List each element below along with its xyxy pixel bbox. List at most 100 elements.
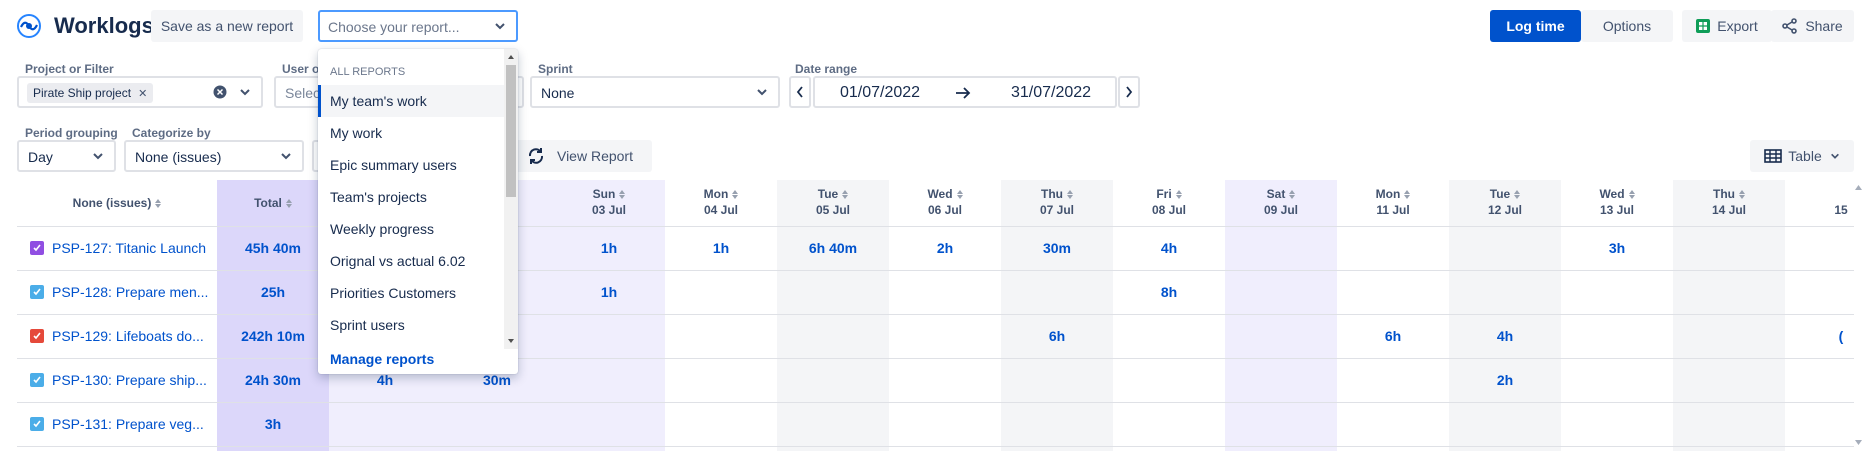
worklog-cell[interactable]: 6h 40m [777,226,889,270]
day-column-header[interactable]: Mon 04 Jul [665,180,777,226]
issue-link[interactable]: PSP-129: Lifeboats do... [52,328,204,344]
day-column-header[interactable]: Wed 06 Jul [889,180,1001,226]
report-option[interactable]: Sprint users [318,309,504,341]
date-end[interactable]: 31/07/2022 [1011,84,1091,102]
sort-icon[interactable] [1175,190,1182,200]
dropdown-scrollbar[interactable] [504,49,518,349]
sort-icon[interactable] [155,199,162,209]
log-time-button[interactable]: Log time [1490,10,1581,42]
day-column-header[interactable]: Thu 07 Jul [1001,180,1113,226]
sort-icon[interactable] [1067,190,1073,200]
scrollbar-thumb[interactable] [506,65,516,197]
report-option[interactable]: My team's work [318,85,504,117]
categorize-by-select[interactable]: None (issues) [124,140,304,172]
table-row[interactable]: PSP-128: Prepare men... [17,270,217,314]
bug-icon [30,329,44,343]
worklog-cell[interactable]: 3h [1561,226,1673,270]
scroll-up-icon[interactable] [507,53,515,61]
sort-icon[interactable] [285,199,292,209]
report-option[interactable]: My work [318,117,504,149]
worklog-cell[interactable]: 8h [1113,270,1225,314]
export-button[interactable]: Export [1682,10,1772,42]
date-range-picker[interactable]: 01/07/2022 31/07/2022 [813,76,1117,108]
project-filter-select[interactable]: Pirate Ship project ✕ [17,76,263,108]
day-date: 05 Jul [815,203,851,217]
options-button[interactable]: Options [1581,10,1673,42]
issue-link[interactable]: PSP-127: Titanic Launch [52,240,206,256]
day-column-header[interactable]: Wed 13 Jul [1561,180,1673,226]
report-option[interactable]: Epic summary users [318,149,504,181]
day-column-header[interactable]: Tue 05 Jul [777,180,889,226]
worklog-cell[interactable]: 1h [665,226,777,270]
day-column-header[interactable]: Mon 11 Jul [1337,180,1449,226]
issue-link[interactable]: PSP-130: Prepare ship... [52,372,207,388]
sort-icon[interactable] [1514,190,1521,200]
day-column-header[interactable]: Sat 09 Jul [1225,180,1337,226]
row-total[interactable]: 24h 30m [217,358,329,402]
total-column-header[interactable]: Total [217,180,329,226]
worklog-cell[interactable]: 4h [1113,226,1225,270]
remove-tag-icon[interactable]: ✕ [138,87,147,100]
worklog-cell[interactable]: 1h [553,226,665,270]
next-period-button[interactable] [1118,76,1140,108]
day-column-header[interactable]: 15 [1785,180,1854,226]
day-column-header[interactable]: Fri 08 Jul [1113,180,1225,226]
issue-column-header[interactable]: None (issues) [17,180,217,226]
worklog-cell[interactable]: 30m [1001,226,1113,270]
table-row[interactable]: PSP-130: Prepare ship... [17,358,217,402]
worklog-cell[interactable]: 4h [1449,314,1561,358]
worklog-cell[interactable]: 1h [553,270,665,314]
clear-icon[interactable] [213,85,227,99]
table-row[interactable]: PSP-131: Prepare veg... [17,402,217,446]
table-view-button[interactable]: Table [1750,140,1854,172]
sort-icon[interactable] [1628,190,1635,200]
day-column-header[interactable]: Sun 03 Jul [553,180,665,226]
report-option[interactable]: Priorities Customers [318,277,504,309]
row-total[interactable]: 242h 10m [217,314,329,358]
period-grouping-select[interactable]: Day [17,140,116,172]
sort-icon[interactable] [1289,190,1296,200]
sort-icon[interactable] [842,190,849,200]
previous-period-button[interactable] [789,76,811,108]
row-total[interactable]: 45h 40m [217,226,329,270]
scroll-down-icon[interactable] [507,337,515,345]
day-date: 15 [1834,203,1848,217]
table-scrollbar[interactable] [1854,180,1863,451]
report-select[interactable]: Choose your report... [318,10,518,42]
table-row[interactable]: PSP-127: Titanic Launch [17,226,217,270]
task-icon [30,373,44,387]
issue-link[interactable]: PSP-131: Prepare veg... [52,416,204,432]
project-tag: Pirate Ship project ✕ [27,83,154,103]
categorize-by-value: None (issues) [135,149,222,165]
save-as-new-report-button[interactable]: Save as a new report [151,10,303,42]
day-column-header[interactable]: Tue 12 Jul [1449,180,1561,226]
view-report-label: View Report [556,148,633,164]
worklog-cell[interactable]: 6h [1337,314,1449,358]
manage-reports-link[interactable]: Manage reports [330,351,434,367]
sprint-select[interactable]: None [530,76,780,108]
worklog-cell[interactable]: 6h [1001,314,1113,358]
sort-icon[interactable] [956,190,963,200]
date-start[interactable]: 01/07/2022 [840,84,920,102]
row-total[interactable]: 3h [217,402,329,446]
report-option[interactable]: Team's projects [318,181,504,213]
all-reports-heading: ALL REPORTS [330,66,406,78]
issue-link[interactable]: PSP-128: Prepare men... [52,284,208,300]
day-column-header[interactable]: Thu 14 Jul [1673,180,1785,226]
worklog-cell[interactable]: 2h [889,226,1001,270]
sort-icon[interactable] [619,190,626,200]
day-name: Thu [1001,186,1113,202]
view-report-button[interactable]: View Report [508,140,652,172]
table-row[interactable]: PSP-129: Lifeboats do... [17,314,217,358]
report-option[interactable]: Orignal vs actual 6.02 [318,245,504,277]
spreadsheet-icon [1696,19,1711,33]
sort-icon[interactable] [732,190,739,200]
sort-icon[interactable] [1739,190,1745,200]
worklog-cell[interactable]: ( [1785,314,1854,358]
epic-icon [30,241,44,255]
report-option[interactable]: Weekly progress [318,213,504,245]
worklog-cell[interactable]: 2h [1449,358,1561,402]
row-total[interactable]: 25h [217,270,329,314]
share-button[interactable]: Share [1771,10,1854,42]
sort-icon[interactable] [1404,190,1411,200]
